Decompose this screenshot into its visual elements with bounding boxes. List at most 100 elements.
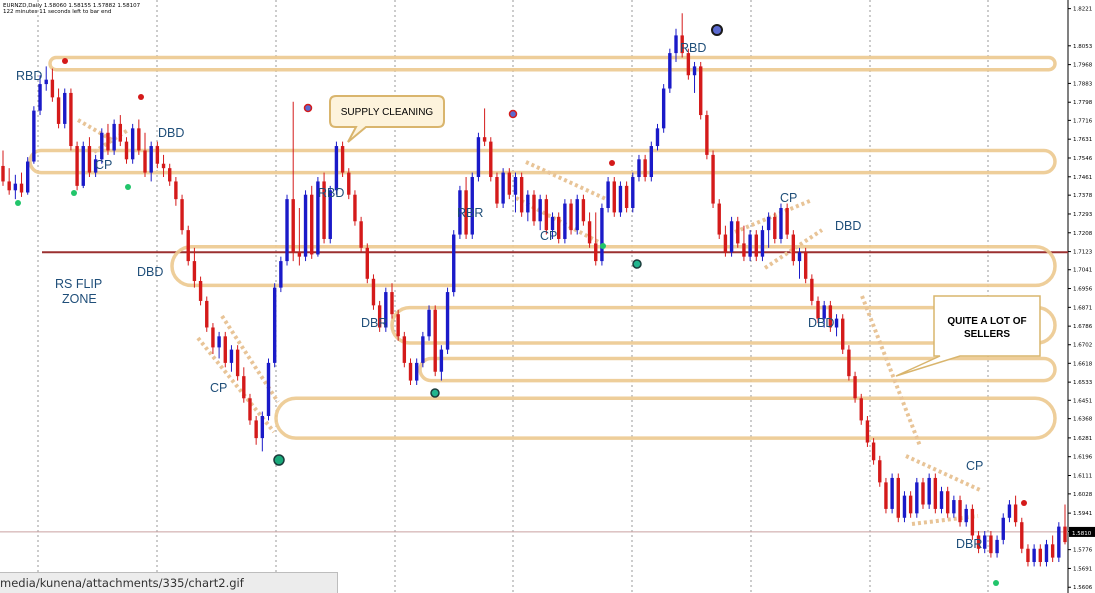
candle-body bbox=[649, 146, 654, 178]
candle-body bbox=[489, 141, 493, 178]
annotation-label: DBD bbox=[137, 265, 163, 279]
y-tick-label: 1.5776 bbox=[1073, 548, 1093, 554]
candle-body bbox=[340, 146, 345, 173]
candle-body bbox=[908, 495, 913, 514]
y-tick-label: 1.6702 bbox=[1073, 343, 1092, 349]
candle-body bbox=[1013, 504, 1018, 523]
y-tick-label: 1.6956 bbox=[1073, 287, 1093, 293]
candle-body bbox=[742, 243, 746, 257]
candle-body bbox=[717, 203, 721, 235]
candle-body bbox=[130, 128, 135, 160]
y-tick-label: 1.7546 bbox=[1073, 156, 1093, 162]
y-tick-label: 1.7123 bbox=[1073, 250, 1093, 256]
fractal-marker bbox=[62, 58, 68, 64]
candle-body bbox=[532, 194, 536, 222]
candle-body bbox=[1, 165, 5, 182]
candle-body bbox=[272, 287, 277, 363]
annotation-label: DBD bbox=[835, 219, 861, 233]
swing-marker bbox=[430, 388, 440, 398]
annotation-label: DBD bbox=[808, 316, 834, 330]
candle-body bbox=[501, 172, 505, 204]
candle-body bbox=[933, 477, 938, 509]
candle-body bbox=[69, 92, 73, 147]
candle-body bbox=[945, 491, 950, 514]
annotation-label: DBD bbox=[158, 126, 184, 140]
candle-body bbox=[587, 221, 592, 244]
candle-body bbox=[186, 230, 190, 262]
candle-body bbox=[365, 247, 369, 279]
candle-body bbox=[748, 234, 752, 257]
candle-body bbox=[705, 115, 709, 155]
candle-body bbox=[106, 132, 110, 151]
callout-text: QUITE A LOT OF bbox=[947, 316, 1026, 327]
candle-body bbox=[865, 420, 870, 443]
candle-body bbox=[729, 221, 734, 253]
candle-body bbox=[56, 97, 61, 124]
candle-body bbox=[291, 199, 295, 253]
candle-body bbox=[198, 281, 203, 301]
candle-body bbox=[137, 128, 141, 151]
candle-body bbox=[75, 146, 79, 186]
candle-body bbox=[439, 349, 444, 372]
callout-text: SUPPLY CLEANING bbox=[341, 107, 434, 118]
candle-body bbox=[427, 309, 431, 337]
candle-body bbox=[692, 66, 697, 76]
candle-body bbox=[303, 194, 308, 257]
candle-body bbox=[19, 183, 24, 193]
swing-marker bbox=[273, 454, 285, 466]
candle-body bbox=[248, 398, 252, 421]
candle-body bbox=[785, 207, 789, 235]
candle-body bbox=[513, 177, 518, 195]
candle-body bbox=[495, 177, 499, 204]
annotation-label: DBR bbox=[956, 537, 982, 551]
candle-body bbox=[217, 336, 221, 348]
candle-body bbox=[519, 177, 524, 213]
candle-body bbox=[1044, 544, 1049, 563]
swing-marker bbox=[632, 259, 642, 269]
candlestick-chart: RBD CP DBD DBD RS FLIPZONE CP RBD DBR RBR CP RBD CP… bbox=[0, 0, 1095, 593]
candle-body bbox=[205, 300, 209, 328]
candle-body bbox=[637, 159, 641, 178]
candle-body bbox=[32, 110, 36, 162]
fractal-marker bbox=[609, 160, 615, 166]
candle-body bbox=[359, 221, 363, 248]
annotation-label: RBD bbox=[16, 69, 42, 83]
fractal-marker bbox=[993, 580, 999, 586]
candle-body bbox=[149, 146, 153, 173]
y-tick-label: 1.7461 bbox=[1073, 175, 1092, 181]
current-price-label: 1.5810 bbox=[1072, 531, 1092, 537]
y-tick-label: 1.6196 bbox=[1073, 455, 1093, 461]
candle-body bbox=[902, 495, 907, 518]
candle-body bbox=[414, 362, 419, 381]
y-tick-label: 1.6368 bbox=[1073, 417, 1093, 423]
candle-body bbox=[859, 398, 863, 421]
candle-body bbox=[1032, 548, 1036, 563]
candle-body bbox=[235, 349, 240, 377]
candle-body bbox=[260, 415, 265, 439]
candle-body bbox=[766, 216, 771, 231]
candle-body bbox=[661, 88, 666, 129]
candle-body bbox=[112, 123, 116, 151]
fractal-marker bbox=[125, 184, 131, 190]
candle-body bbox=[507, 172, 512, 195]
candle-body bbox=[44, 79, 48, 85]
candle-body bbox=[124, 141, 129, 160]
candle-body bbox=[347, 172, 351, 195]
swing-high-marker bbox=[303, 103, 313, 113]
fractal-marker bbox=[138, 94, 144, 100]
fractal-marker bbox=[15, 200, 21, 206]
candle-body bbox=[995, 539, 999, 554]
y-tick-label: 1.6451 bbox=[1073, 398, 1092, 404]
status-bar-url: media/kunena/attachments/335/chart2.gif bbox=[0, 572, 338, 593]
candle-body bbox=[526, 194, 530, 213]
candle-body bbox=[606, 181, 610, 208]
candle-body bbox=[952, 500, 956, 514]
annotation-label: DBR bbox=[361, 316, 387, 330]
candle-body bbox=[38, 84, 42, 111]
candle-body bbox=[1063, 526, 1067, 543]
candle-body bbox=[773, 216, 777, 239]
candle-body bbox=[544, 199, 549, 231]
candle-body bbox=[686, 53, 691, 76]
candle-body bbox=[989, 535, 993, 554]
candle-body bbox=[834, 318, 839, 328]
